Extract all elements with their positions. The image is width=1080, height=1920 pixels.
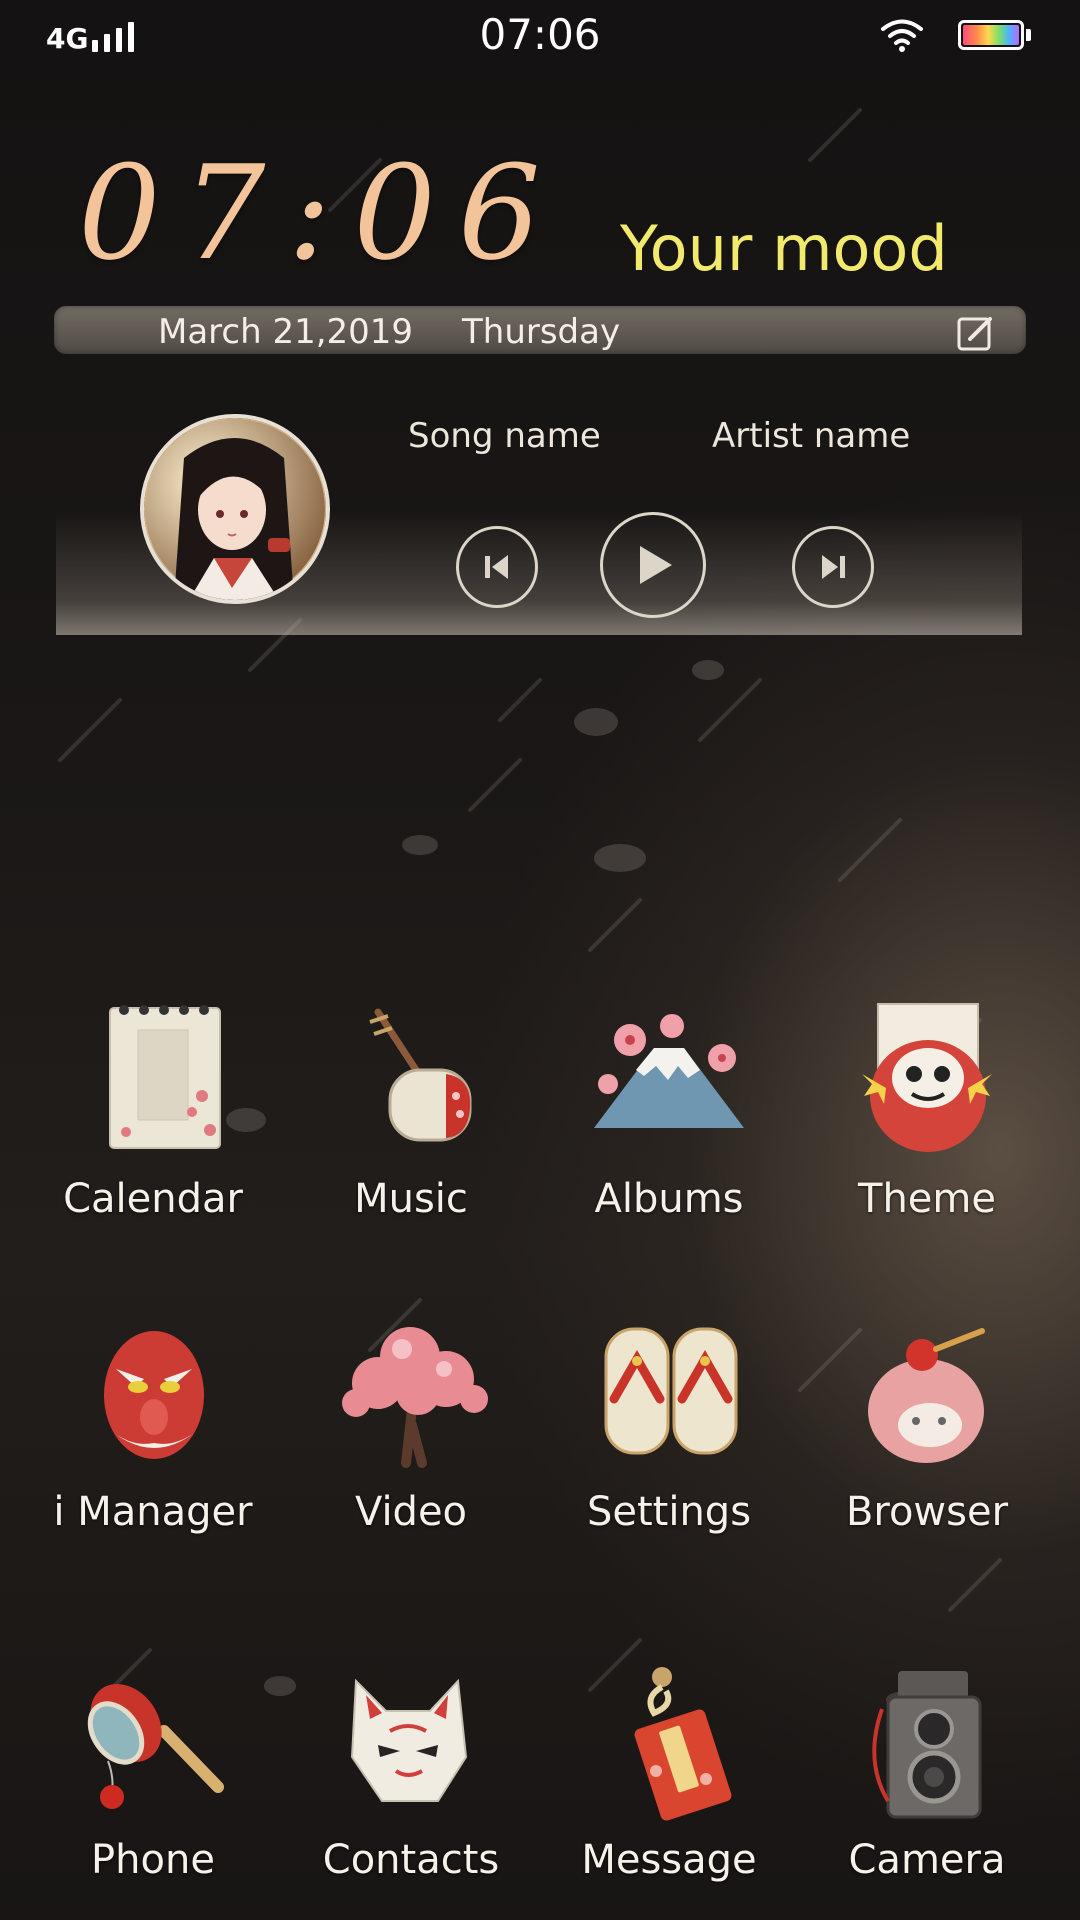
app-settings[interactable]: Settings bbox=[544, 1313, 794, 1563]
date-text: March 21,2019 bbox=[158, 312, 414, 352]
battery-tip bbox=[1026, 29, 1031, 41]
artist-name: Artist name bbox=[712, 416, 911, 456]
shamisen-icon bbox=[369, 1008, 472, 1142]
app-label: Contacts bbox=[322, 1837, 500, 1883]
edit-icon[interactable] bbox=[956, 313, 996, 353]
next-track-button[interactable] bbox=[792, 526, 874, 608]
fox-mask-icon bbox=[350, 1678, 468, 1802]
clock-widget-time[interactable]: 07:06 bbox=[78, 148, 563, 278]
app-theme[interactable]: Theme bbox=[802, 1000, 1052, 1250]
previous-track-button[interactable] bbox=[456, 526, 538, 608]
app-label: Video bbox=[354, 1489, 468, 1535]
daruma-icon bbox=[862, 1003, 992, 1152]
geta-sandals-icon bbox=[604, 1327, 738, 1455]
app-label: Music bbox=[354, 1176, 468, 1222]
app-label: Camera bbox=[848, 1837, 1006, 1883]
skip-back-icon bbox=[485, 555, 508, 579]
app-phone[interactable]: Phone bbox=[28, 1661, 278, 1911]
app-label: Message bbox=[581, 1837, 757, 1883]
status-bar: 4G 07:06 bbox=[0, 0, 1080, 70]
app-label: Browser bbox=[845, 1489, 1009, 1535]
weekday-text: Thursday bbox=[462, 312, 621, 352]
battery-icon bbox=[958, 20, 1024, 50]
sakura-tree-icon bbox=[342, 1327, 488, 1468]
app-label: Phone bbox=[91, 1837, 215, 1883]
song-name: Song name bbox=[408, 416, 601, 456]
app-contacts[interactable]: Contacts bbox=[286, 1661, 536, 1911]
mount-fuji-icon bbox=[594, 1014, 744, 1128]
album-art-avatar[interactable] bbox=[140, 414, 330, 604]
app-browser[interactable]: Browser bbox=[802, 1313, 1052, 1563]
app-i-manager[interactable]: i Manager bbox=[28, 1313, 278, 1563]
app-calendar[interactable]: Calendar bbox=[28, 1000, 278, 1250]
app-music[interactable]: Music bbox=[286, 1000, 536, 1250]
mood-text[interactable]: Your mood bbox=[620, 212, 948, 285]
app-label: Albums bbox=[594, 1176, 744, 1222]
play-button[interactable] bbox=[600, 512, 706, 618]
app-label: i Manager bbox=[53, 1489, 253, 1535]
rice-cake-icon bbox=[868, 1328, 985, 1463]
tengu-mask-icon bbox=[104, 1331, 204, 1459]
app-albums[interactable]: Albums bbox=[544, 1000, 794, 1250]
play-icon bbox=[640, 546, 672, 584]
retro-camera-icon bbox=[872, 1671, 982, 1819]
app-message[interactable]: Message bbox=[544, 1661, 794, 1911]
app-camera[interactable]: Camera bbox=[802, 1661, 1052, 1911]
calendar-icon bbox=[109, 1005, 221, 1149]
omamori-charm-icon bbox=[634, 1667, 732, 1821]
skip-forward-icon bbox=[822, 555, 845, 579]
app-label: Calendar bbox=[63, 1176, 243, 1222]
wifi-icon bbox=[881, 19, 923, 52]
app-video[interactable]: Video bbox=[286, 1313, 536, 1563]
den-den-drum-icon bbox=[87, 1684, 224, 1809]
app-label: Settings bbox=[586, 1489, 752, 1535]
app-label: Theme bbox=[858, 1176, 996, 1222]
